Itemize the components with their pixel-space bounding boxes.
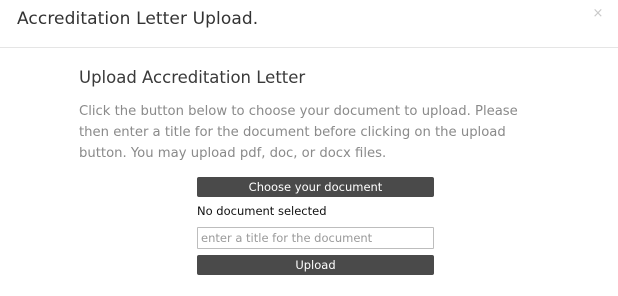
modal-title: Accreditation Letter Upload. xyxy=(17,9,259,29)
modal-header: Accreditation Letter Upload. × xyxy=(0,0,618,48)
upload-modal: Accreditation Letter Upload. × Upload Ac… xyxy=(0,0,618,296)
upload-instructions: Click the button below to choose your do… xyxy=(79,104,518,161)
upload-button[interactable]: Upload xyxy=(197,255,434,275)
document-title-input[interactable] xyxy=(197,227,434,249)
file-status-text: No document selected xyxy=(197,204,327,218)
choose-document-button[interactable]: Choose your document xyxy=(197,177,434,197)
upload-heading: Upload Accreditation Letter xyxy=(79,68,306,87)
close-icon: × xyxy=(592,6,604,21)
close-button[interactable]: × xyxy=(590,6,606,22)
